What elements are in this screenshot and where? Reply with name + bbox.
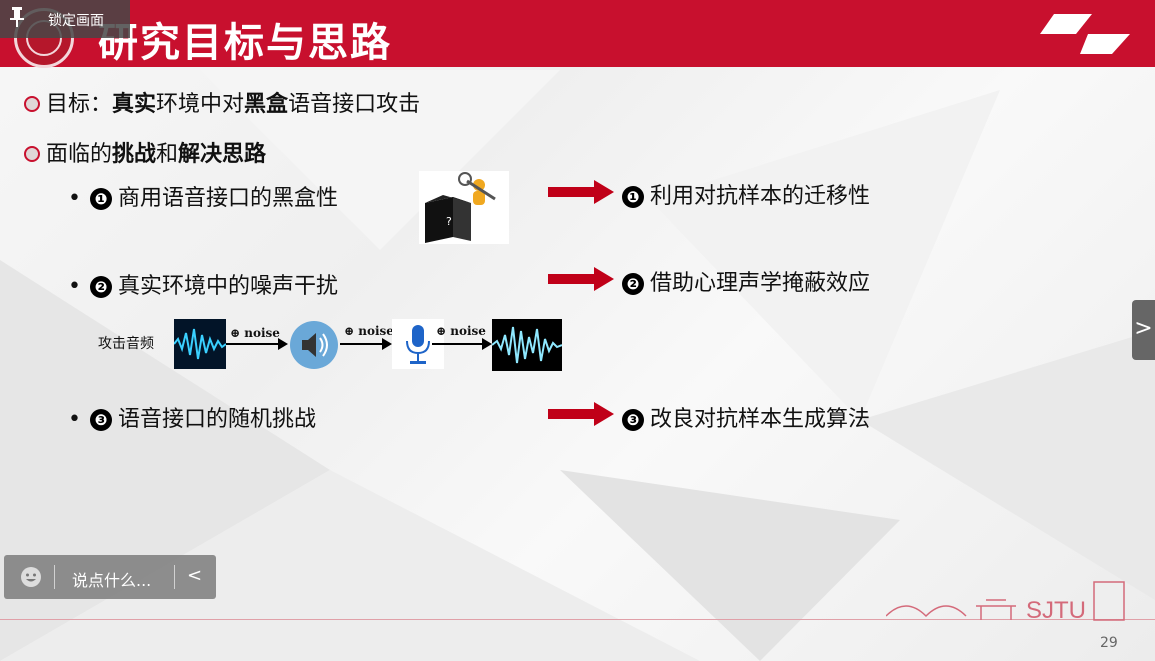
- divider: [54, 565, 55, 589]
- attack-audio-waveform: [173, 319, 227, 369]
- corner-brand-mark: [1040, 14, 1130, 54]
- page-number: 29: [1100, 635, 1118, 651]
- waveform-icon: [491, 326, 563, 364]
- marker-3: ❸: [622, 409, 644, 431]
- marker-1: ❶: [90, 188, 112, 210]
- noise-label-1: ⊕ noise: [230, 326, 280, 340]
- bullet-icon: [24, 146, 40, 162]
- solution-item-1: ❶ 利用对抗样本的迁移性: [622, 178, 870, 210]
- goal-prefix: 目标：: [46, 92, 113, 117]
- chat-placeholder[interactable]: 说点什么...: [72, 567, 151, 591]
- chevron-right-icon: >: [1134, 316, 1153, 341]
- noise-label-3: ⊕ noise: [436, 324, 486, 338]
- sjtu-logo-text: SJTU: [1026, 597, 1086, 622]
- pin-icon: [10, 7, 24, 27]
- marker-1: ❶: [622, 186, 644, 208]
- solution-text-2: 借助心理声学掩蔽效应: [650, 271, 871, 296]
- bullet-icon: [24, 96, 40, 112]
- arrow-icon: [548, 267, 614, 291]
- divider: [174, 565, 175, 589]
- goal-bold-real: 真实: [112, 92, 157, 117]
- challenge-prefix: 面临的: [46, 142, 113, 167]
- lock-screen-tooltip[interactable]: 锁定画面: [0, 0, 130, 38]
- challenge-text-2: 真实环境中的噪声干扰: [118, 274, 339, 299]
- speaker-icon: [290, 321, 338, 369]
- question-mark: ?: [446, 215, 452, 228]
- sub-bullet: •: [68, 274, 81, 299]
- pipeline-arrow: [432, 338, 492, 350]
- challenge-line: 面临的挑战和解决思路: [24, 136, 266, 168]
- goal-line: 目标：真实环境中对黑盒语音接口攻击: [24, 86, 420, 118]
- goal-mid: 环境中对: [156, 92, 245, 117]
- waveform-icon: [173, 328, 227, 360]
- lock-screen-label: 锁定画面: [48, 13, 104, 29]
- emoji-icon[interactable]: [20, 566, 42, 588]
- challenge-bold: 挑战: [112, 142, 157, 167]
- marker-2: ❷: [622, 273, 644, 295]
- goal-suffix: 语音接口攻击: [288, 92, 421, 117]
- blackbox-icon: [425, 172, 496, 243]
- challenge-item-2: • ❷ 真实环境中的噪声干扰: [68, 268, 338, 300]
- goal-bold-blackbox: 黑盒: [244, 92, 289, 117]
- chevron-left-icon[interactable]: <: [187, 565, 202, 586]
- noise-label-2: ⊕ noise: [344, 324, 394, 338]
- title-banner: 研究目标与思路: [0, 0, 1155, 68]
- challenge-item-1: • ❶ 商用语音接口的黑盒性: [68, 180, 338, 212]
- speaker-image: [288, 319, 340, 371]
- sub-bullet: •: [68, 186, 81, 211]
- sjtu-footer-logo: SJTU: [886, 581, 1125, 622]
- solution-item-2: ❷ 借助心理声学掩蔽效应: [622, 265, 870, 297]
- challenge-text-3: 语音接口的随机挑战: [118, 407, 317, 432]
- solution-item-3: ❸ 改良对抗样本生成算法: [622, 401, 870, 433]
- marker-2: ❷: [90, 276, 112, 298]
- marker-3: ❸: [90, 409, 112, 431]
- output-waveform-image: [491, 319, 563, 371]
- attack-audio-label: 攻击音频: [98, 336, 154, 352]
- blackbox-image: ?: [419, 171, 509, 244]
- sub-bullet: •: [68, 407, 81, 432]
- challenge-mid: 和: [156, 142, 179, 167]
- solution-text-1: 利用对抗样本的迁移性: [650, 184, 871, 209]
- next-slide-button[interactable]: >: [1132, 300, 1155, 360]
- solution-bold: 解决思路: [178, 142, 267, 167]
- slide-title: 研究目标与思路: [98, 20, 392, 66]
- arrow-icon: [548, 180, 614, 204]
- arrow-icon: [548, 402, 614, 426]
- solution-text-3: 改良对抗样本生成算法: [650, 407, 871, 432]
- challenge-item-3: • ❸ 语音接口的随机挑战: [68, 401, 316, 433]
- chat-input-bar[interactable]: 说点什么... <: [4, 555, 216, 599]
- pipeline-arrow: [340, 338, 392, 350]
- challenge-text-1: 商用语音接口的黑盒性: [118, 186, 339, 211]
